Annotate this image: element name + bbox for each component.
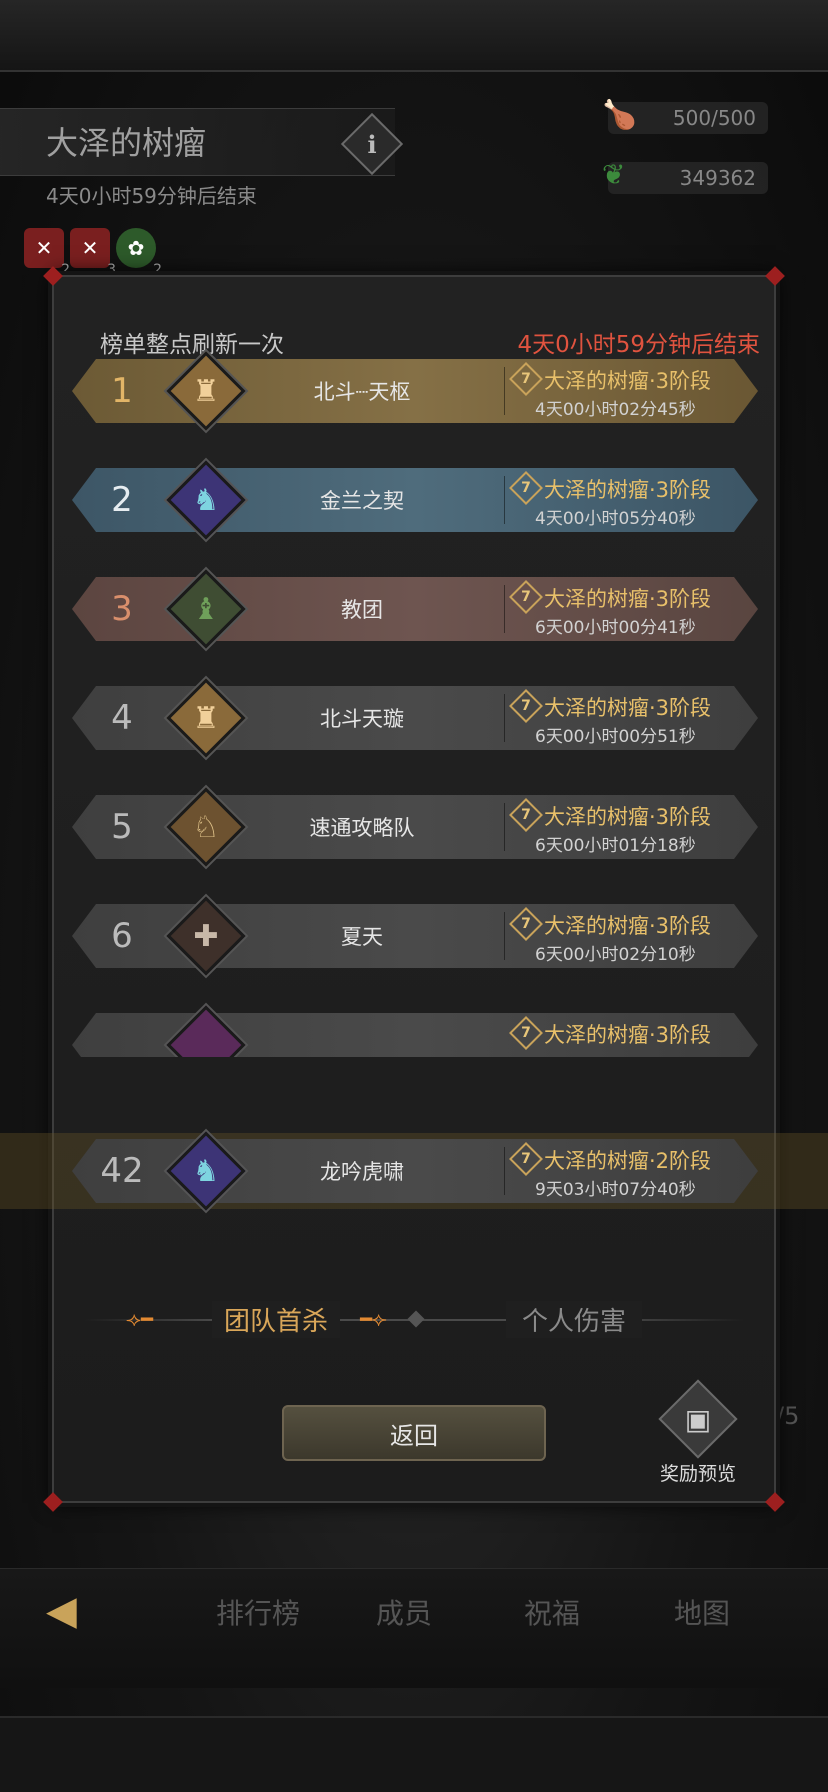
divider bbox=[504, 912, 505, 960]
clear-time: 6天00小时00分51秒 bbox=[535, 727, 696, 747]
leaderboard-row[interactable]: 7 大泽的树瘤·3阶段 bbox=[72, 1005, 758, 1057]
guild-name: 金兰之契 bbox=[320, 489, 404, 513]
rank-number: 6 bbox=[111, 916, 133, 956]
clear-time: 6天00小时02分10秒 bbox=[535, 945, 696, 965]
rank-number: 1 bbox=[111, 371, 133, 411]
clear-time: 6天00小时00分41秒 bbox=[535, 618, 696, 638]
leaderboard-row[interactable]: 4 ♜ 北斗天璇 7 大泽的树瘤·3阶段 6天00小时00分51秒 bbox=[72, 678, 758, 758]
stage-label: 大泽的树瘤·3阶段 bbox=[544, 587, 712, 611]
debuff-icon[interactable]: ✕ 3 bbox=[70, 228, 116, 278]
stamina-value: 500/500 bbox=[672, 106, 756, 130]
rank-number: 5 bbox=[111, 807, 133, 847]
divider bbox=[504, 1147, 505, 1195]
nav-item-members[interactable]: 成员 bbox=[376, 1592, 432, 1632]
tab-separator-icon bbox=[407, 1310, 425, 1328]
self-guild-row[interactable]: 42 ♞ 龙吟虎啸 7 大泽的树瘤·2阶段 9天03小时07分40秒 bbox=[72, 1131, 758, 1211]
reward-preview-label: 奖励预览 bbox=[659, 1463, 736, 1485]
bottom-strip bbox=[0, 1716, 828, 1792]
guild-emblem-icon: ✚ bbox=[166, 896, 246, 976]
guild-emblem-icon: ♝ bbox=[166, 569, 246, 649]
stage-label: 大泽的树瘤·2阶段 bbox=[544, 1149, 712, 1173]
divider bbox=[504, 803, 505, 851]
guild-name: 速通攻略队 bbox=[309, 816, 415, 840]
rank-number: 2 bbox=[111, 480, 133, 520]
guild-emblem-icon: ♘ bbox=[166, 787, 246, 867]
stage-label: 大泽的树瘤·3阶段 bbox=[544, 805, 712, 829]
clear-time: 4天00小时02分45秒 bbox=[535, 400, 696, 420]
tab-team-first-kill[interactable]: 团队首杀 bbox=[212, 1301, 341, 1338]
leaderboard-row[interactable]: 2 ♞ 金兰之契 7 大泽的树瘤·3阶段 4天00小时05分40秒 bbox=[72, 460, 758, 540]
leaderboard-list[interactable]: 1 ♜ 北斗┈天枢 7 大泽的树瘤·3阶段 4天00小时02分45秒 2 ♞ 金… bbox=[54, 349, 778, 1057]
tab-ornament-left-icon: ⟢━ bbox=[126, 1307, 153, 1331]
clear-time: 6天00小时01分18秒 bbox=[535, 836, 696, 856]
rank-number: 3 bbox=[111, 589, 133, 629]
nav-item-leaderboard[interactable]: 排行榜 bbox=[216, 1592, 300, 1632]
nav-back-arrow-icon[interactable]: ◀ bbox=[46, 1588, 77, 1634]
stage-label: 大泽的树瘤·3阶段 bbox=[544, 1023, 712, 1047]
page-indicator: /5 bbox=[776, 1402, 800, 1430]
guild-name: 北斗┈天枢 bbox=[313, 380, 411, 404]
buff-bar: ✕ 2 ✕ 3 ✿ 2 bbox=[24, 228, 162, 278]
top-bar bbox=[0, 0, 828, 72]
divider bbox=[504, 367, 505, 415]
stage-label: 大泽的树瘤·3阶段 bbox=[544, 369, 712, 393]
divider bbox=[504, 585, 505, 633]
rank-number: 4 bbox=[111, 698, 133, 738]
treasure-chest-icon: ▣ bbox=[658, 1379, 738, 1459]
stage-label: 大泽的树瘤·3阶段 bbox=[544, 914, 712, 938]
dungeon-title: 大泽的树瘤 bbox=[46, 124, 207, 162]
buff-icon[interactable]: ✿ 2 bbox=[116, 228, 162, 278]
clear-time: 4天00小时05分40秒 bbox=[535, 509, 696, 529]
tab-ornament-right-icon: ━⟣ bbox=[360, 1307, 387, 1331]
leaderboard-row[interactable]: 1 ♜ 北斗┈天枢 7 大泽的树瘤·3阶段 4天00小时02分45秒 bbox=[72, 351, 758, 431]
guild-name: 龙吟虎啸 bbox=[320, 1160, 404, 1184]
info-icon: i bbox=[367, 129, 377, 159]
guild-emblem-icon: ♜ bbox=[166, 678, 246, 758]
drumstick-icon: 🍗 bbox=[602, 98, 637, 131]
stamina-counter: 🍗 500/500 bbox=[602, 98, 768, 134]
dungeon-timer: 4天0小时59分钟后结束 bbox=[46, 184, 257, 208]
divider bbox=[504, 694, 505, 742]
leaderboard-modal: 榜单整点刷新一次 4天0小时59分钟后结束 1 ♜ 北斗┈天枢 7 大泽的树瘤·… bbox=[0, 266, 828, 1512]
guild-name: 夏天 bbox=[341, 925, 383, 949]
guild-name: 北斗天璇 bbox=[320, 707, 404, 731]
nav-item-map[interactable]: 地图 bbox=[674, 1592, 730, 1632]
currency-counter: ❦ 349362 bbox=[602, 158, 768, 194]
guild-emblem-icon: ♞ bbox=[166, 1131, 246, 1211]
guild-emblem-icon: ♜ bbox=[166, 351, 246, 431]
leaderboard-row[interactable]: 3 ♝ 教团 7 大泽的树瘤·3阶段 6天00小时00分41秒 bbox=[72, 569, 758, 649]
currency-value: 349362 bbox=[679, 166, 756, 190]
leaderboard-row[interactable]: 5 ♘ 速通攻略队 7 大泽的树瘤·3阶段 6天00小时01分18秒 bbox=[72, 787, 758, 867]
stage-label: 大泽的树瘤·3阶段 bbox=[544, 696, 712, 720]
nav-item-blessing[interactable]: 祝福 bbox=[524, 1592, 580, 1632]
guild-emblem-icon bbox=[166, 1005, 246, 1057]
divider bbox=[504, 476, 505, 524]
guild-emblem-icon: ♞ bbox=[166, 460, 246, 540]
tab-personal-damage[interactable]: 个人伤害 bbox=[506, 1301, 643, 1338]
clear-time: 9天03小时07分40秒 bbox=[535, 1180, 696, 1200]
back-button[interactable]: 返回 bbox=[282, 1405, 546, 1461]
reward-preview-button[interactable]: ▣ 奖励预览 bbox=[648, 1379, 748, 1491]
green-leaf-icon: ❦ bbox=[602, 158, 626, 191]
guild-name: 教团 bbox=[341, 598, 383, 622]
rank-number: 42 bbox=[100, 1151, 144, 1191]
stage-label: 大泽的树瘤·3阶段 bbox=[544, 478, 712, 502]
debuff-icon[interactable]: ✕ 2 bbox=[24, 228, 70, 278]
leaderboard-row[interactable]: 6 ✚ 夏天 7 大泽的树瘤·3阶段 6天00小时02分10秒 bbox=[72, 896, 758, 976]
